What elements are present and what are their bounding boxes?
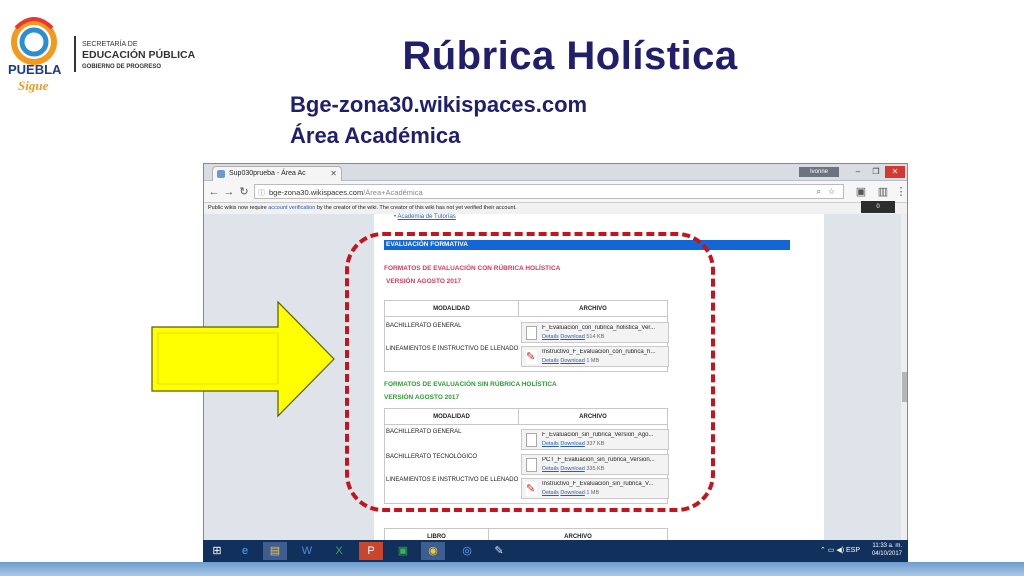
- windows-taskbar: ⊞ e ▤ W X P ▣ ◉ ◎ ✎ ⌃ ▭ ◀) ESP 11:33 a. …: [203, 540, 908, 562]
- url-host: bge-zona30.wikispaces.com: [269, 188, 364, 197]
- logo-brand-line2: Sigue: [18, 78, 49, 93]
- forward-icon[interactable]: →: [222, 185, 236, 199]
- tab-bar: Sup030prueba - Área Ac ✕ Ivonne – ❐ ✕: [204, 164, 907, 181]
- slide-footer-bar: [0, 562, 1024, 576]
- taskbar-clock[interactable]: 11:33 a. m. 04/10/2017: [872, 542, 902, 558]
- notice-prefix: Public wikis now require: [208, 205, 269, 211]
- zoom-chip[interactable]: 0: [861, 201, 895, 213]
- yellow-arrow-icon: [151, 300, 335, 418]
- bookmark-star-icon[interactable]: ☆: [828, 187, 835, 196]
- windows-start-icon[interactable]: ⊞: [205, 542, 229, 560]
- wiki-notice: Public wikis now require account verific…: [204, 203, 907, 214]
- tab-title: Sup030prueba - Área Ac: [229, 170, 306, 177]
- maximize-icon[interactable]: ❐: [869, 166, 883, 178]
- language-indicator[interactable]: ESP: [846, 547, 860, 554]
- paint-icon[interactable]: ✎: [487, 542, 511, 560]
- account-verification-link[interactable]: account verification: [268, 205, 315, 211]
- logo-org-line3: GOBIERNO DE PROGRESO: [82, 64, 161, 70]
- dashed-highlight-box: [345, 232, 715, 512]
- system-tray[interactable]: ⌃ ▭ ◀) ESP: [820, 546, 860, 554]
- clock-date: 04/10/2017: [871, 551, 902, 557]
- logo-org-line2: EDUCACIÓN PÚBLICA: [82, 48, 196, 61]
- clock-time: 11:33 a. m.: [872, 543, 902, 549]
- notice-suffix: by the creator of the wiki. The creator …: [315, 205, 517, 211]
- extension-icon[interactable]: ▣: [854, 185, 868, 199]
- slide-title: Rúbrica Holística: [402, 34, 738, 78]
- store-icon[interactable]: ▣: [391, 542, 415, 560]
- trash-extension-icon[interactable]: ▥: [876, 185, 890, 199]
- window-close-icon[interactable]: ✕: [885, 166, 905, 178]
- file-explorer-icon[interactable]: ▤: [263, 542, 287, 560]
- back-icon[interactable]: ←: [207, 185, 221, 199]
- puebla-sep-logo: PUEBLA Sigue SECRETARÍA DE EDUCACIÓN PÚB…: [8, 17, 196, 93]
- scrollbar-thumb[interactable]: [902, 372, 907, 402]
- favicon-icon: [217, 170, 225, 178]
- slide-subtitle-url: Bge-zona30.wikispaces.com: [290, 92, 588, 117]
- tutorias-link[interactable]: • Academia de Tutorías: [394, 214, 456, 220]
- menu-icon[interactable]: ⋮: [894, 185, 907, 199]
- network-app-icon[interactable]: ◎: [455, 542, 479, 560]
- browser-tab[interactable]: Sup030prueba - Área Ac ✕: [212, 166, 342, 181]
- search-icon[interactable]: ⌕: [817, 187, 821, 197]
- powerpoint-icon[interactable]: P: [359, 542, 383, 560]
- word-icon[interactable]: W: [295, 542, 319, 560]
- logo-org-line1: SECRETARÍA DE: [82, 39, 138, 48]
- close-tab-icon[interactable]: ✕: [330, 169, 337, 178]
- logo-brand-line1: PUEBLA: [8, 62, 62, 77]
- minimize-icon[interactable]: –: [851, 166, 865, 178]
- address-bar[interactable]: ⓘ bge-zona30.wikispaces.com/Área+Académi…: [254, 184, 844, 199]
- excel-icon[interactable]: X: [327, 542, 351, 560]
- chrome-icon[interactable]: ◉: [421, 542, 445, 560]
- reload-icon[interactable]: ↻: [237, 185, 251, 199]
- slide-subtitle-area: Área Académica: [290, 123, 461, 148]
- internet-explorer-icon[interactable]: e: [233, 542, 257, 560]
- address-toolbar: ← → ↻ ⓘ bge-zona30.wikispaces.com/Área+A…: [204, 181, 907, 203]
- user-profile-chip[interactable]: Ivonne: [799, 167, 839, 177]
- site-info-icon[interactable]: ⓘ: [258, 188, 265, 198]
- url-path: /Área+Académica: [363, 188, 423, 197]
- vertical-scrollbar[interactable]: [901, 214, 907, 544]
